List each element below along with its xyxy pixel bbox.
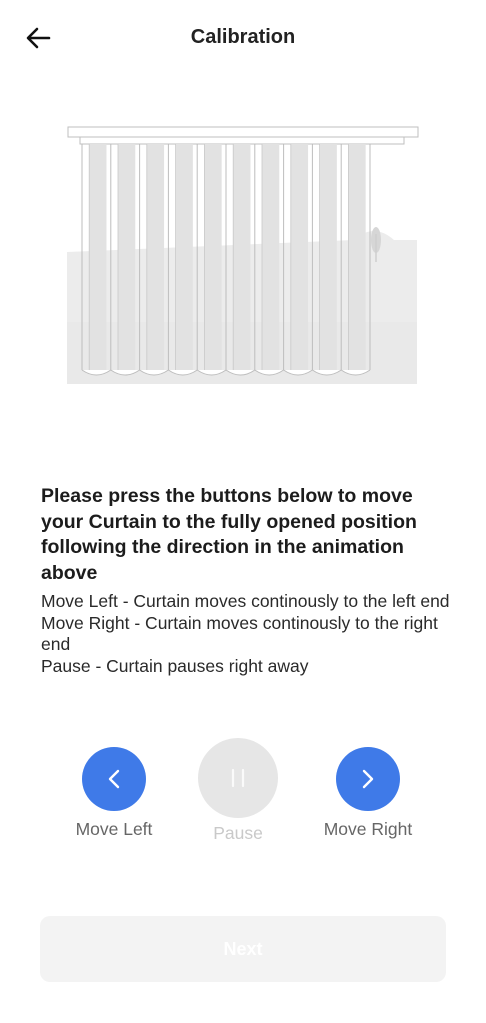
move-left-button[interactable]	[82, 747, 146, 811]
pause-icon	[231, 768, 245, 788]
curtain-illustration	[67, 126, 419, 384]
instructions: Please press the buttons below to move y…	[41, 484, 451, 677]
pause-description: Pause - Curtain pauses right away	[41, 655, 309, 676]
move-left-control: Move Left	[71, 747, 157, 840]
pause-button[interactable]	[198, 738, 278, 818]
chevron-right-icon	[362, 769, 374, 789]
chevron-left-icon	[108, 769, 120, 789]
control-buttons: Move Left Pause Move Right	[0, 738, 486, 848]
move-right-label: Move Right	[323, 819, 413, 839]
instruction-heading: Please press the buttons below to move y…	[41, 485, 417, 584]
pause-control: Pause	[197, 738, 279, 844]
move-left-description: Move Left - Curtain moves continously to…	[41, 591, 450, 611]
move-right-button[interactable]	[336, 747, 400, 811]
move-right-control: Move Right	[318, 747, 418, 840]
next-button[interactable]: Next	[40, 916, 446, 982]
page-title: Calibration	[190, 26, 296, 48]
move-right-description: Move Right - Curtain moves continously t…	[41, 612, 438, 655]
move-left-label: Move Left	[75, 819, 153, 839]
header-bar: Calibration	[0, 0, 486, 76]
pause-label: Pause	[213, 823, 263, 843]
curtain-animation	[64, 122, 422, 388]
